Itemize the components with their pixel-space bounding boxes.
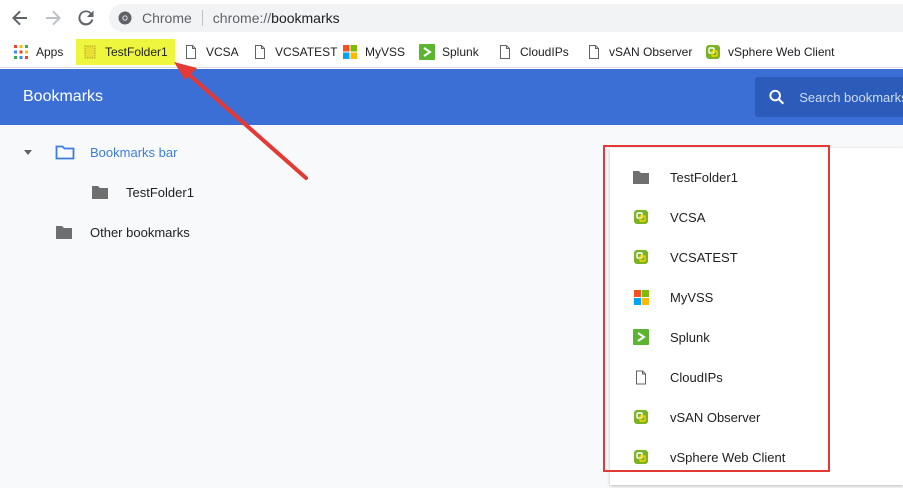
list-item-vsan-observer[interactable]: vSAN Observer [632, 408, 760, 426]
bookmark-cloudips[interactable]: CloudIPs [492, 39, 574, 65]
vsphere-icon [705, 44, 721, 60]
chrome-logo-icon [118, 11, 132, 25]
reload-button[interactable] [74, 7, 98, 29]
vsphere-icon [632, 248, 650, 266]
list-item-vcsatest[interactable]: VCSATEST [632, 248, 738, 266]
bookmark-label: Splunk [442, 45, 479, 59]
bookmarks-header: Bookmarks Search bookmarks [0, 69, 903, 125]
tree-label: Other bookmarks [90, 224, 190, 240]
site-label: Chrome [142, 10, 192, 26]
bookmark-testfolder1[interactable]: TestFolder1 [76, 39, 175, 65]
list-item-label: VCSATEST [670, 249, 738, 265]
page-icon [252, 44, 268, 60]
list-item-testfolder1[interactable]: TestFolder1 [632, 168, 738, 186]
bookmark-label: TestFolder1 [105, 45, 168, 59]
tree-item-other-bookmarks[interactable]: Other bookmarks [54, 224, 190, 240]
bookmark-list-card: TestFolder1 VCSA VCSATEST MyVSS Splunk C… [610, 148, 903, 485]
tree-label: TestFolder1 [126, 184, 194, 200]
bookmark-label: CloudIPs [520, 45, 569, 59]
bookmark-label: MyVSS [365, 45, 406, 59]
list-item-label: TestFolder1 [670, 169, 738, 185]
bookmark-label: vSAN Observer [609, 45, 693, 59]
arrow-left-icon [12, 10, 27, 26]
list-item-label: vSphere Web Client [670, 449, 786, 465]
back-button[interactable] [8, 7, 32, 29]
folder-icon [632, 168, 650, 186]
bookmark-label: vSphere Web Client [728, 45, 835, 59]
reload-icon [78, 10, 94, 26]
url-host: bookmarks [271, 10, 340, 26]
folder-icon [82, 44, 98, 60]
tree-item-bookmarks-bar[interactable]: Bookmarks bar [22, 144, 177, 160]
url-text: chrome://bookmarks [213, 10, 340, 26]
bookmark-label: VCSATEST [275, 45, 338, 59]
search-placeholder: Search bookmarks [799, 89, 903, 105]
windows-logo-icon [632, 288, 650, 306]
splunk-icon [419, 44, 435, 60]
bookmark-splunk[interactable]: Splunk [414, 39, 484, 65]
bookmarks-bar: Apps TestFolder1 VCSA VCSATEST MyVSS Spl… [0, 36, 903, 68]
page-icon [497, 44, 513, 60]
list-item-label: MyVSS [670, 289, 714, 305]
bookmark-label: VCSA [206, 45, 239, 59]
vsphere-icon [632, 408, 650, 426]
vsphere-icon [632, 208, 650, 226]
tree-label: Bookmarks bar [90, 144, 178, 160]
tree-item-testfolder1[interactable]: TestFolder1 [90, 184, 194, 200]
list-item-splunk[interactable]: Splunk [632, 328, 710, 346]
list-item-vsphere-web-client[interactable]: vSphere Web Client [632, 448, 785, 466]
search-input[interactable]: Search bookmarks [755, 77, 903, 117]
address-bar[interactable]: Chrome chrome://bookmarks [109, 4, 903, 32]
splunk-icon [632, 328, 650, 346]
apps-grid-icon [13, 44, 29, 60]
page-icon [632, 368, 650, 386]
list-item-label: VCSA [670, 209, 706, 225]
page-title: Bookmarks [23, 88, 104, 105]
list-item-label: Splunk [670, 329, 710, 345]
folder-icon [90, 184, 110, 200]
page-icon [183, 44, 199, 60]
bookmark-vcsa[interactable]: VCSA [178, 39, 244, 65]
list-item-label: vSAN Observer [670, 409, 761, 425]
bookmark-vsphere-web-client[interactable]: vSphere Web Client [700, 39, 840, 65]
bookmark-vcsatest[interactable]: VCSATEST [247, 39, 342, 65]
folder-open-icon [54, 144, 76, 160]
bookmark-apps[interactable]: Apps [8, 39, 68, 65]
windows-logo-icon [342, 44, 358, 60]
search-icon [769, 89, 785, 105]
list-item-cloudips[interactable]: CloudIPs [632, 368, 723, 386]
bookmark-myvss[interactable]: MyVSS [337, 39, 410, 65]
list-item-label: CloudIPs [670, 369, 723, 385]
arrow-right-icon [46, 10, 61, 26]
page-icon [586, 44, 602, 60]
address-divider [201, 10, 203, 26]
bookmark-vsan-observer[interactable]: vSAN Observer [581, 39, 697, 65]
url-scheme: chrome:// [212, 10, 272, 26]
vsphere-icon [632, 448, 650, 466]
browser-toolbar: Chrome chrome://bookmarks [0, 0, 903, 36]
expand-arrow-icon[interactable] [22, 144, 34, 160]
bookmark-label: Apps [36, 45, 64, 59]
list-item-myvss[interactable]: MyVSS [632, 288, 713, 306]
forward-button[interactable] [41, 7, 65, 29]
folder-icon [54, 224, 74, 240]
list-item-vcsa[interactable]: VCSA [632, 208, 705, 226]
